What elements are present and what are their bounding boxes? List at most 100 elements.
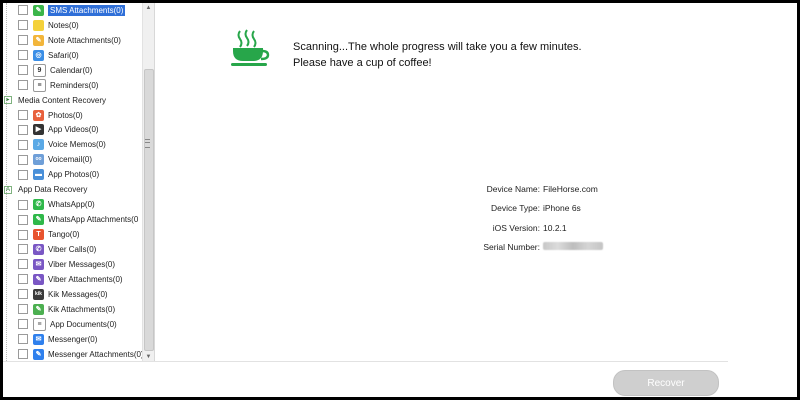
serial-number-label: Serial Number:: [483, 242, 540, 253]
app-photos-icon: ▬: [33, 169, 44, 181]
scan-status-line-2: Please have a cup of coffee!: [293, 56, 432, 69]
category-checkbox[interactable]: [18, 169, 28, 180]
device-name-row: Device Name: FileHorse.com: [443, 179, 663, 199]
category-label: Note Attachments(0): [48, 35, 121, 45]
category-label: Viber Calls(0): [48, 244, 97, 254]
category-item[interactable]: Notes(0): [3, 18, 143, 33]
category-item[interactable]: ✎ Note Attachments(0): [3, 33, 143, 48]
category-checkbox[interactable]: [18, 139, 28, 150]
category-checkbox[interactable]: [18, 349, 28, 360]
ios-version-row: iOS Version: 10.2.1: [443, 218, 663, 238]
category-item[interactable]: ≡ App Documents(0): [3, 317, 143, 332]
category-item[interactable]: ▬ App Photos(0): [3, 167, 143, 182]
voice-memo-icon: ♪: [33, 139, 44, 151]
scroll-up-icon[interactable]: ▲: [143, 3, 154, 12]
category-group[interactable]: A App Data Recovery: [3, 182, 143, 197]
category-label: App Data Recovery: [18, 185, 88, 195]
sms-attachment-icon: ✎: [33, 4, 44, 16]
category-label: Voicemail(0): [48, 155, 93, 165]
notes-icon: [33, 19, 44, 31]
category-checkbox[interactable]: [18, 65, 28, 76]
category-label: App Documents(0): [50, 319, 117, 329]
category-checkbox[interactable]: [18, 334, 28, 345]
whatsapp-attachment-icon: ✎: [33, 214, 44, 226]
category-label: App Photos(0): [48, 170, 100, 180]
category-checkbox[interactable]: [18, 124, 28, 135]
device-type-value: iPhone 6s: [543, 203, 581, 214]
category-label: Notes(0): [48, 20, 79, 30]
category-label: Messenger(0): [48, 334, 98, 344]
category-item[interactable]: 9 Calendar(0): [3, 63, 143, 78]
category-checkbox[interactable]: [18, 35, 28, 46]
category-item[interactable]: ✉ Messenger(0): [3, 332, 143, 347]
viber-icon: ✆: [33, 243, 44, 255]
voicemail-icon: oo: [33, 154, 44, 166]
category-label: Kik Attachments(0): [48, 304, 116, 314]
photos-icon: ✿: [33, 109, 44, 121]
category-label: App Videos(0): [48, 125, 99, 135]
category-item[interactable]: ◎ Safari(0): [3, 48, 143, 63]
category-item[interactable]: ≡ Reminders(0): [3, 78, 143, 93]
category-group[interactable]: ▸ Media Content Recovery: [3, 93, 143, 108]
coffee-cup-icon: [231, 29, 270, 66]
safari-icon: ◎: [33, 49, 44, 61]
category-checkbox[interactable]: [18, 154, 28, 165]
scroll-thumb[interactable]: [144, 69, 154, 351]
category-checkbox[interactable]: [18, 80, 28, 91]
category-checkbox[interactable]: [18, 229, 28, 240]
category-checkbox[interactable]: [18, 214, 28, 225]
sidebar-scrollbar[interactable]: ▲ ▼: [142, 3, 154, 361]
category-label: Safari(0): [48, 50, 79, 60]
category-checkbox[interactable]: [18, 5, 28, 16]
category-item[interactable]: T Tango(0): [3, 227, 143, 242]
category-item[interactable]: oo Voicemail(0): [3, 152, 143, 167]
category-item[interactable]: ✎ Kik Attachments(0): [3, 302, 143, 317]
category-checkbox[interactable]: [18, 244, 28, 255]
video-icon: ▶: [33, 124, 44, 136]
media-expander-icon[interactable]: ▸: [4, 96, 12, 105]
viber-attachment-icon: ✎: [33, 273, 44, 285]
category-item[interactable]: ♪ Voice Memos(0): [3, 137, 143, 152]
kik-icon: kik: [33, 288, 44, 300]
category-checkbox[interactable]: [18, 110, 28, 121]
category-item[interactable]: ✆ WhatsApp(0): [3, 197, 143, 212]
scroll-down-icon[interactable]: ▼: [143, 352, 154, 361]
category-checkbox[interactable]: [18, 289, 28, 300]
messenger-icon: ✉: [33, 333, 44, 345]
category-item[interactable]: kik Kik Messages(0): [3, 287, 143, 302]
category-tree: ✎ SMS Attachments(0) Notes(0) ✎ Note Attachm…: [3, 3, 144, 361]
scan-status-message: Scanning...The whole progress will take …: [293, 40, 582, 71]
category-label: Voice Memos(0): [48, 140, 106, 150]
scroll-grip-icon: [145, 139, 150, 148]
category-item[interactable]: ✿ Photos(0): [3, 108, 143, 123]
app-window: ✎ SMS Attachments(0) Notes(0) ✎ Note Attachm…: [3, 3, 797, 397]
category-item[interactable]: ✎ Viber Attachments(0): [3, 272, 143, 287]
category-item[interactable]: ✎ SMS Attachments(0): [3, 3, 143, 18]
category-label: Photos(0): [48, 110, 83, 120]
category-checkbox[interactable]: [18, 20, 28, 31]
note-attachment-icon: ✎: [33, 34, 44, 46]
category-checkbox[interactable]: [18, 199, 28, 210]
category-checkbox[interactable]: [18, 304, 28, 315]
category-checkbox[interactable]: [18, 50, 28, 61]
category-label: WhatsApp(0): [48, 200, 95, 210]
category-item[interactable]: ✎ WhatsApp Attachments(0: [3, 212, 143, 227]
category-item[interactable]: ✎ Messenger Attachments(0): [3, 347, 144, 361]
category-label: Viber Attachments(0): [48, 274, 123, 284]
category-item[interactable]: ✉ Viber Messages(0): [3, 257, 143, 272]
document-icon: ≡: [33, 317, 46, 331]
viber-message-icon: ✉: [33, 258, 44, 270]
category-checkbox[interactable]: [18, 319, 28, 330]
ios-version-label: iOS Version:: [492, 222, 540, 233]
messenger-attachment-icon: ✎: [33, 348, 44, 360]
category-label: Messenger Attachments(0): [48, 349, 144, 359]
category-checkbox[interactable]: [18, 274, 28, 285]
category-label: WhatsApp Attachments(0: [48, 215, 139, 225]
category-checkbox[interactable]: [18, 259, 28, 270]
category-label: Viber Messages(0): [48, 259, 115, 269]
category-item[interactable]: ✆ Viber Calls(0): [3, 242, 143, 257]
app-data-expander-icon[interactable]: A: [4, 185, 12, 194]
category-item[interactable]: ▶ App Videos(0): [3, 123, 143, 138]
footer-bar: Recover: [3, 361, 728, 397]
recover-button[interactable]: Recover: [613, 370, 719, 396]
